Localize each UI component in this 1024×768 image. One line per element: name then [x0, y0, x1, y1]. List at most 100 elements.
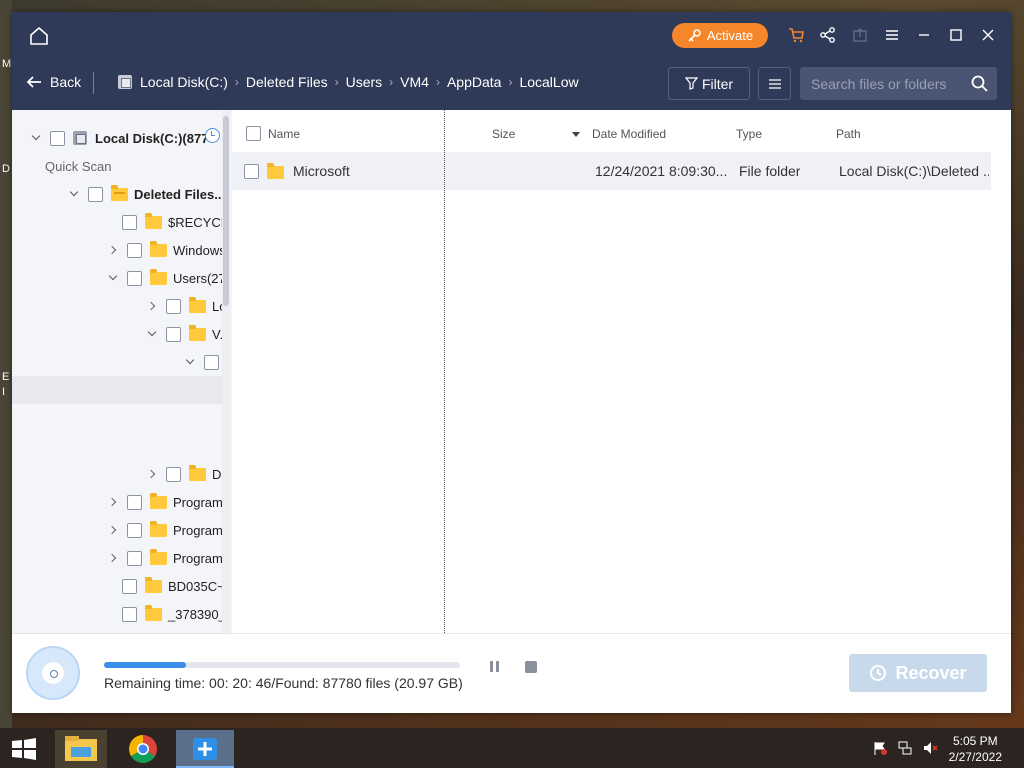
select-all-checkbox[interactable]: [246, 126, 261, 141]
checkbox[interactable]: [122, 578, 137, 594]
network-icon[interactable]: [897, 740, 913, 756]
chevron-down-icon[interactable]: [146, 328, 158, 340]
vertical-scrollbar[interactable]: [222, 110, 230, 633]
sort-desc-icon[interactable]: [572, 132, 580, 137]
chevron-down-icon[interactable]: [107, 272, 119, 284]
chevron-down-icon[interactable]: [184, 356, 196, 368]
chevron-right-icon[interactable]: [107, 244, 119, 256]
tree-item[interactable]: Program: [107, 518, 223, 542]
folder-icon: [189, 464, 206, 481]
search-box: [800, 67, 997, 100]
recover-button[interactable]: Recover: [849, 654, 987, 692]
progress-fill: [104, 662, 186, 668]
tree-item-deleted-files[interactable]: Deleted Files...: [68, 182, 225, 206]
column-header-size[interactable]: Size: [492, 127, 515, 141]
chevron-right-icon[interactable]: [107, 524, 119, 536]
chevron-down-icon[interactable]: [30, 132, 42, 144]
folder-icon: [150, 240, 167, 257]
checkbox[interactable]: [204, 354, 219, 370]
tree-item[interactable]: Program...: [107, 546, 230, 570]
chrome-icon[interactable]: [117, 730, 169, 768]
breadcrumb-item[interactable]: AppData: [447, 74, 501, 90]
tree-item-label: Windows.: [173, 242, 230, 258]
tree-item-label: BD035C~...: [168, 578, 230, 594]
upload-icon[interactable]: [851, 26, 869, 44]
app-window: Activate Back Local Disk(C:) › Deleted F…: [12, 12, 1011, 713]
tree-item[interactable]: BD035C~...: [122, 574, 230, 598]
chevron-down-icon[interactable]: [68, 188, 80, 200]
checkbox[interactable]: [127, 494, 142, 510]
column-resize-handle[interactable]: [444, 110, 445, 633]
file-explorer-icon[interactable]: [55, 730, 107, 768]
breadcrumb: Local Disk(C:) › Deleted Files › Users ›…: [118, 74, 579, 90]
breadcrumb-item[interactable]: Users: [346, 74, 383, 90]
pause-button[interactable]: [488, 660, 502, 674]
chevron-right-icon[interactable]: [107, 496, 119, 508]
list-icon: [768, 78, 781, 89]
minimize-icon[interactable]: [915, 26, 933, 44]
search-icon[interactable]: [971, 75, 988, 92]
volume-muted-icon[interactable]: [922, 740, 938, 756]
share-icon[interactable]: [819, 26, 837, 44]
filter-button[interactable]: Filter: [668, 67, 750, 100]
tree-item[interactable]: Users(277: [107, 266, 230, 290]
close-icon[interactable]: [979, 26, 997, 44]
checkbox[interactable]: [127, 550, 142, 566]
tree-item[interactable]: Program: [107, 490, 223, 514]
home-icon[interactable]: [28, 25, 50, 47]
recovery-app-icon[interactable]: [176, 730, 234, 768]
chevron-right-icon[interactable]: [146, 468, 158, 480]
cell-type: File folder: [739, 163, 801, 179]
recover-label: Recover: [895, 662, 967, 683]
hamburger-icon[interactable]: [883, 26, 901, 44]
tree-item[interactable]: $RECYCL...: [122, 210, 230, 234]
clock[interactable]: 5:05 PM 2/27/2022: [949, 733, 1002, 765]
checkbox[interactable]: [166, 298, 181, 314]
flag-icon[interactable]: [872, 740, 888, 756]
checkbox[interactable]: [122, 214, 137, 230]
tree-item[interactable]: V...: [146, 322, 230, 346]
breadcrumb-item[interactable]: VM4: [400, 74, 429, 90]
scrollbar-thumb[interactable]: [223, 116, 229, 306]
tree-item[interactable]: Lo...: [146, 294, 230, 318]
tree-row-selected[interactable]: [12, 376, 222, 404]
column-header-name[interactable]: Name: [268, 127, 300, 141]
maximize-icon[interactable]: [947, 26, 965, 44]
scan-progress-icon: [26, 646, 80, 700]
activate-button[interactable]: Activate: [672, 23, 768, 48]
checkbox[interactable]: [127, 270, 142, 286]
checkbox[interactable]: [244, 164, 259, 179]
tree-item[interactable]: Windows.: [107, 238, 229, 262]
breadcrumb-item[interactable]: LocalLow: [519, 74, 578, 90]
windows-start-icon[interactable]: [10, 738, 38, 760]
checkbox[interactable]: [166, 466, 181, 482]
column-header-date[interactable]: Date Modified: [592, 127, 666, 141]
tree-item[interactable]: _378390_...: [122, 602, 230, 626]
desktop-glyph: D: [2, 163, 10, 175]
checkbox[interactable]: [127, 522, 142, 538]
chevron-right-icon[interactable]: [146, 300, 158, 312]
chevron-right-icon[interactable]: [107, 552, 119, 564]
tree-item-root[interactable]: Local Disk(C:)(877: [30, 126, 208, 150]
title-bar: Activate: [12, 12, 1011, 58]
clock-date: 2/27/2022: [948, 750, 1002, 764]
tree-item[interactable]: [184, 350, 227, 374]
checkbox[interactable]: [50, 130, 65, 146]
tree-item-label: Program: [173, 522, 223, 538]
breadcrumb-item[interactable]: Deleted Files: [246, 74, 328, 90]
cart-icon[interactable]: [787, 26, 805, 44]
checkbox[interactable]: [88, 186, 103, 202]
checkbox[interactable]: [127, 242, 142, 258]
stop-button[interactable]: [525, 661, 537, 673]
tree-item-label: _378390_...: [168, 606, 230, 622]
tree-item[interactable]: Da: [146, 462, 229, 486]
column-header-type[interactable]: Type: [736, 127, 762, 141]
breadcrumb-item[interactable]: Local Disk(C:): [140, 74, 228, 90]
checkbox[interactable]: [122, 606, 137, 622]
search-input[interactable]: [800, 67, 960, 100]
back-button[interactable]: Back: [26, 74, 81, 90]
view-menu-button[interactable]: [758, 67, 791, 100]
table-row[interactable]: Microsoft 12/24/2021 8:09:30... File fol…: [232, 152, 991, 190]
checkbox[interactable]: [166, 326, 181, 342]
column-header-path[interactable]: Path: [836, 127, 861, 141]
